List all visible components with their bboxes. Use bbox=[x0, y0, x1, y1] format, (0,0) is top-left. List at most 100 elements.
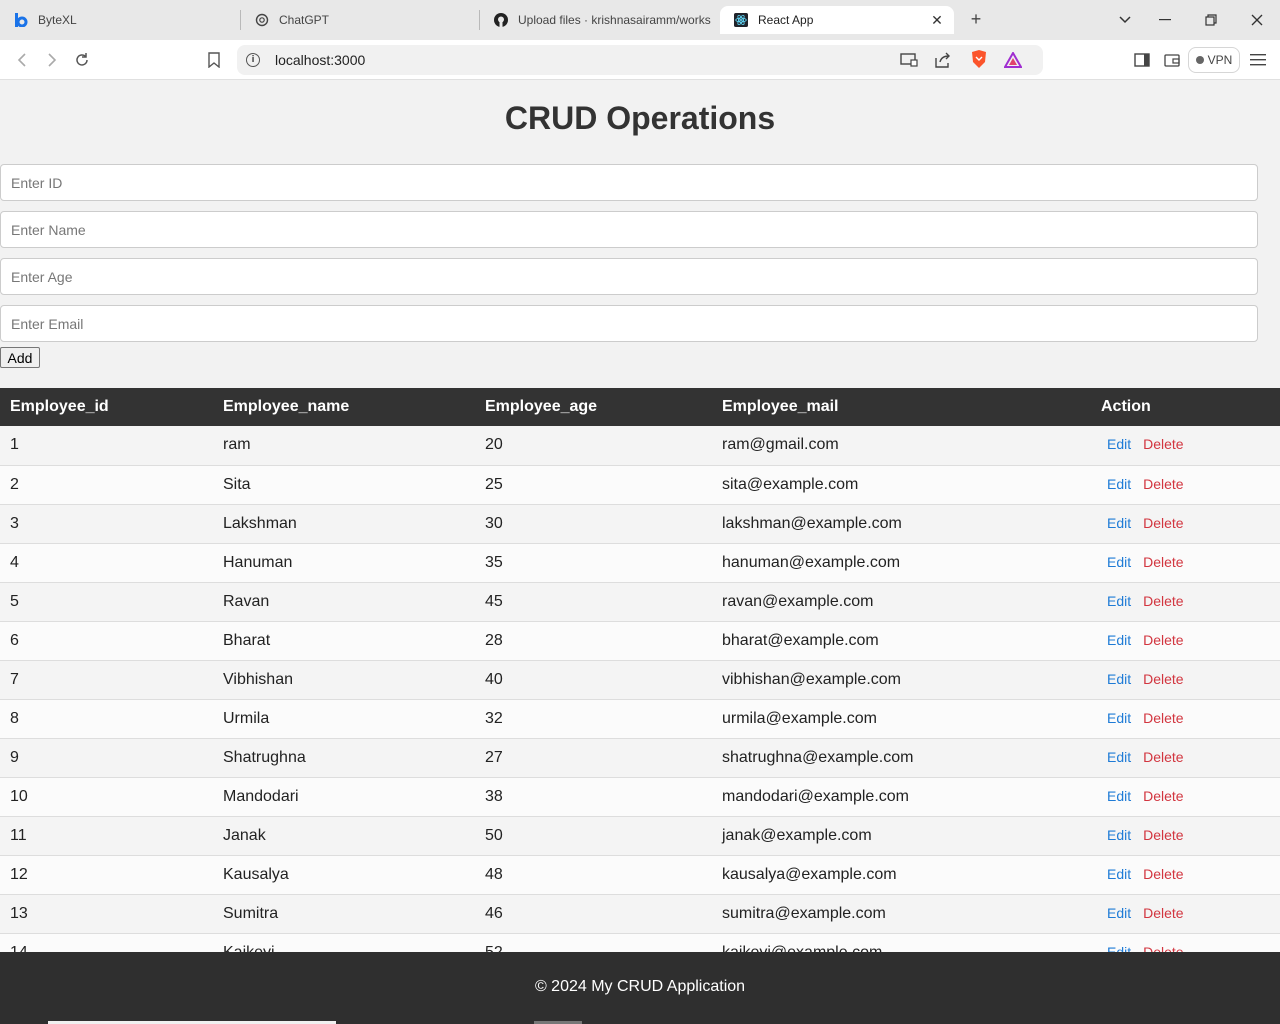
cell-employee-id: 14 bbox=[10, 943, 28, 953]
cell-employee-id: 8 bbox=[10, 709, 19, 727]
header-employee-id: Employee_id bbox=[10, 398, 109, 415]
edit-button[interactable]: Edit bbox=[1107, 515, 1131, 531]
delete-button[interactable]: Delete bbox=[1143, 671, 1183, 687]
cell-employee-age: 38 bbox=[485, 787, 503, 805]
edit-button[interactable]: Edit bbox=[1107, 476, 1131, 492]
back-icon[interactable] bbox=[12, 50, 32, 70]
edit-button[interactable]: Edit bbox=[1107, 905, 1131, 921]
cell-employee-name: Ravan bbox=[223, 592, 270, 610]
forward-icon[interactable] bbox=[42, 50, 62, 70]
vpn-button[interactable]: VPN bbox=[1188, 47, 1240, 73]
react-icon bbox=[734, 13, 748, 27]
cell-action: Edit Delete bbox=[1091, 660, 1280, 699]
tab-chatgpt[interactable]: ChatGPT bbox=[241, 6, 479, 34]
cast-icon[interactable] bbox=[899, 50, 919, 70]
edit-button[interactable]: Edit bbox=[1107, 788, 1131, 804]
cell-action: Edit Delete bbox=[1091, 621, 1280, 660]
close-window-icon[interactable] bbox=[1247, 10, 1267, 30]
delete-button[interactable]: Delete bbox=[1143, 476, 1183, 492]
share-icon[interactable] bbox=[933, 50, 953, 70]
id-input[interactable] bbox=[0, 164, 1258, 201]
cell-employee-mail: ram@gmail.com bbox=[722, 436, 839, 454]
cell-employee-id: 6 bbox=[10, 631, 19, 649]
add-button[interactable]: Add bbox=[0, 347, 40, 368]
close-tab-icon[interactable]: ✕ bbox=[928, 11, 946, 29]
cell-employee-mail: sumitra@example.com bbox=[722, 904, 886, 922]
table-row: 2 Sita 25 sita@example.com Edit Delete bbox=[0, 465, 1280, 504]
address-bar[interactable]: i localhost:3000 bbox=[237, 45, 1043, 75]
cell-employee-age: 35 bbox=[485, 553, 503, 571]
cell-employee-mail: ravan@example.com bbox=[722, 592, 874, 610]
delete-button[interactable]: Delete bbox=[1143, 710, 1183, 726]
edit-button[interactable]: Edit bbox=[1107, 554, 1131, 570]
brave-rewards-icon[interactable] bbox=[1003, 50, 1023, 70]
chatgpt-icon bbox=[255, 13, 269, 27]
delete-button[interactable]: Delete bbox=[1143, 632, 1183, 648]
edit-button[interactable]: Edit bbox=[1107, 436, 1131, 452]
delete-button[interactable]: Delete bbox=[1143, 436, 1183, 452]
brave-shield-icon[interactable] bbox=[969, 49, 989, 69]
reload-icon[interactable] bbox=[72, 50, 92, 70]
browser-tab-bar: ByteXL ChatGPT Upload files · krishnasai… bbox=[0, 0, 1280, 40]
cell-employee-name: Sumitra bbox=[223, 904, 279, 922]
cell-employee-mail: shatrughna@example.com bbox=[722, 748, 914, 766]
name-input[interactable] bbox=[0, 211, 1258, 248]
tab-title: React App bbox=[758, 13, 814, 27]
bookmark-icon[interactable] bbox=[204, 50, 224, 70]
delete-button[interactable]: Delete bbox=[1143, 788, 1183, 804]
edit-button[interactable]: Edit bbox=[1107, 632, 1131, 648]
table-row: 12 Kausalya 48 kausalya@example.com Edit Dele… bbox=[0, 855, 1280, 894]
edit-button[interactable]: Edit bbox=[1107, 944, 1131, 953]
header-employee-mail: Employee_mail bbox=[722, 398, 839, 415]
cell-employee-id: 5 bbox=[10, 592, 19, 610]
edit-button[interactable]: Edit bbox=[1107, 827, 1131, 843]
header-action: Action bbox=[1101, 398, 1151, 415]
cell-employee-name: Mandodari bbox=[223, 787, 299, 805]
minimize-icon[interactable] bbox=[1155, 10, 1175, 30]
employee-table: Employee_id Employee_name Employee_age E… bbox=[0, 388, 1280, 952]
delete-button[interactable]: Delete bbox=[1143, 944, 1183, 953]
edit-button[interactable]: Edit bbox=[1107, 671, 1131, 687]
tab-react-app[interactable]: React App ✕ bbox=[720, 6, 954, 34]
sidebar-toggle-icon[interactable] bbox=[1132, 50, 1152, 70]
table-row: 1 ram 20 ram@gmail.com Edit Delete bbox=[0, 426, 1280, 465]
new-tab-icon[interactable]: + bbox=[966, 9, 986, 29]
tab-github[interactable]: Upload files · krishnasairamm/works bbox=[480, 6, 718, 34]
cell-employee-name: Shatrughna bbox=[223, 748, 306, 766]
delete-button[interactable]: Delete bbox=[1143, 866, 1183, 882]
site-info-icon[interactable]: i bbox=[246, 53, 260, 67]
age-input[interactable] bbox=[0, 258, 1258, 295]
delete-button[interactable]: Delete bbox=[1143, 593, 1183, 609]
tab-search-chevron-icon[interactable] bbox=[1115, 10, 1135, 30]
delete-button[interactable]: Delete bbox=[1143, 515, 1183, 531]
cell-employee-id: 3 bbox=[10, 514, 19, 532]
cell-employee-mail: lakshman@example.com bbox=[722, 514, 902, 532]
cell-employee-age: 52 bbox=[485, 943, 503, 953]
delete-button[interactable]: Delete bbox=[1143, 827, 1183, 843]
edit-button[interactable]: Edit bbox=[1107, 593, 1131, 609]
menu-icon[interactable] bbox=[1248, 50, 1268, 70]
cell-employee-mail: sita@example.com bbox=[722, 475, 859, 493]
cell-employee-age: 27 bbox=[485, 748, 503, 766]
cell-employee-age: 48 bbox=[485, 865, 503, 883]
edit-button[interactable]: Edit bbox=[1107, 710, 1131, 726]
header-employee-age: Employee_age bbox=[485, 398, 598, 415]
vpn-status-icon bbox=[1195, 56, 1204, 64]
tab-title: Upload files · krishnasairamm/works bbox=[518, 13, 711, 27]
cell-action: Edit Delete bbox=[1091, 582, 1280, 621]
delete-button[interactable]: Delete bbox=[1143, 554, 1183, 570]
delete-button[interactable]: Delete bbox=[1143, 749, 1183, 765]
cell-employee-id: 10 bbox=[10, 787, 28, 805]
tab-bytexl[interactable]: ByteXL bbox=[0, 6, 240, 34]
table-row: 11 Janak 50 janak@example.com Edit Delete bbox=[0, 816, 1280, 855]
cell-employee-mail: kausalya@example.com bbox=[722, 865, 897, 883]
edit-button[interactable]: Edit bbox=[1107, 749, 1131, 765]
cell-employee-age: 32 bbox=[485, 709, 503, 727]
wallet-icon[interactable] bbox=[1162, 50, 1182, 70]
cell-employee-mail: bharat@example.com bbox=[722, 631, 879, 649]
cell-employee-id: 9 bbox=[10, 748, 19, 766]
delete-button[interactable]: Delete bbox=[1143, 905, 1183, 921]
restore-icon[interactable] bbox=[1201, 10, 1221, 30]
edit-button[interactable]: Edit bbox=[1107, 866, 1131, 882]
email-input[interactable] bbox=[0, 305, 1258, 342]
